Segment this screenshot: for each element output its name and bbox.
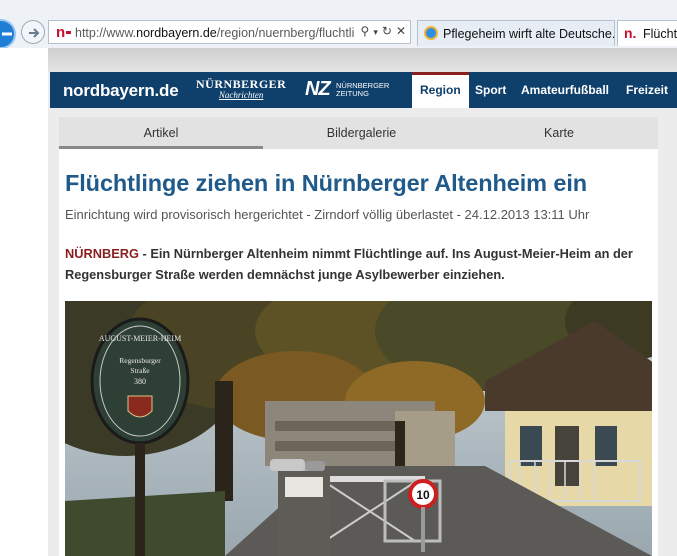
- search-icon[interactable]: ⚲: [361, 24, 370, 38]
- refresh-icon[interactable]: ↻: [382, 24, 392, 38]
- forward-button[interactable]: [21, 20, 45, 44]
- ie-favicon-icon: [424, 26, 438, 40]
- nuernberger-nachrichten-logo[interactable]: NÜRNBERGER Nachrichten: [196, 78, 286, 101]
- arrow-left-icon: [2, 32, 12, 36]
- tab-karte[interactable]: Karte: [460, 117, 658, 149]
- page-margin: [0, 48, 49, 556]
- url-text[interactable]: http://www.nordbayern.de/region/nuernber…: [75, 26, 360, 40]
- dropdown-icon[interactable]: ▾: [373, 27, 378, 38]
- browser-tab-2[interactable]: n. Flüchtl: [617, 20, 677, 46]
- svg-text:AUGUST-MEIER-HEIM: AUGUST-MEIER-HEIM: [99, 334, 181, 343]
- svg-text:Regensburger: Regensburger: [119, 356, 161, 365]
- arrow-right-icon: [29, 28, 40, 38]
- photo-image: 10 AUGUST-MEIER-HEIM Regensburger Straße…: [65, 301, 652, 556]
- close-icon[interactable]: ✕: [396, 24, 406, 38]
- svg-text:380: 380: [134, 377, 146, 386]
- tab-label: Flüchtl: [643, 27, 677, 41]
- article-photo[interactable]: 10 AUGUST-MEIER-HEIM Regensburger Straße…: [65, 301, 652, 556]
- nav-item-region[interactable]: Region: [412, 72, 469, 108]
- article-headline: Flüchtlinge ziehen in Nürnberger Altenhe…: [65, 170, 588, 196]
- article-lead: NÜRNBERG - Ein Nürnberger Altenheim nimm…: [65, 246, 633, 282]
- speed-limit-sign: 10: [416, 488, 430, 502]
- tab-bildergalerie[interactable]: Bildergalerie: [263, 117, 460, 149]
- content-tabs: Artikel Bildergalerie Karte: [59, 117, 658, 149]
- location-label: NÜRNBERG: [65, 246, 139, 261]
- article-subline: Einrichtung wird provisorisch hergericht…: [65, 207, 590, 222]
- tab-label: Pflegeheim wirft alte Deutsche...: [443, 27, 615, 41]
- header-strip: [48, 48, 677, 72]
- browser-tab-1[interactable]: Pflegeheim wirft alte Deutsche...: [417, 20, 615, 46]
- svg-text:Straße: Straße: [130, 366, 150, 375]
- nav-item-sport[interactable]: Sport: [475, 72, 506, 108]
- site-favicon-icon: n.: [624, 25, 637, 41]
- tab-artikel[interactable]: Artikel: [59, 117, 263, 149]
- nav-item-freizeit[interactable]: Freizeit: [626, 72, 668, 108]
- site-favicon-icon: n: [56, 25, 74, 40]
- site-navigation: nordbayern.de NÜRNBERGER Nachrichten NZ …: [50, 72, 677, 108]
- site-logo[interactable]: nordbayern.de: [63, 81, 179, 101]
- nav-item-amateurfussball[interactable]: Amateurfußball: [521, 72, 609, 108]
- address-bar[interactable]: n http://www.nordbayern.de/region/nuernb…: [48, 20, 411, 44]
